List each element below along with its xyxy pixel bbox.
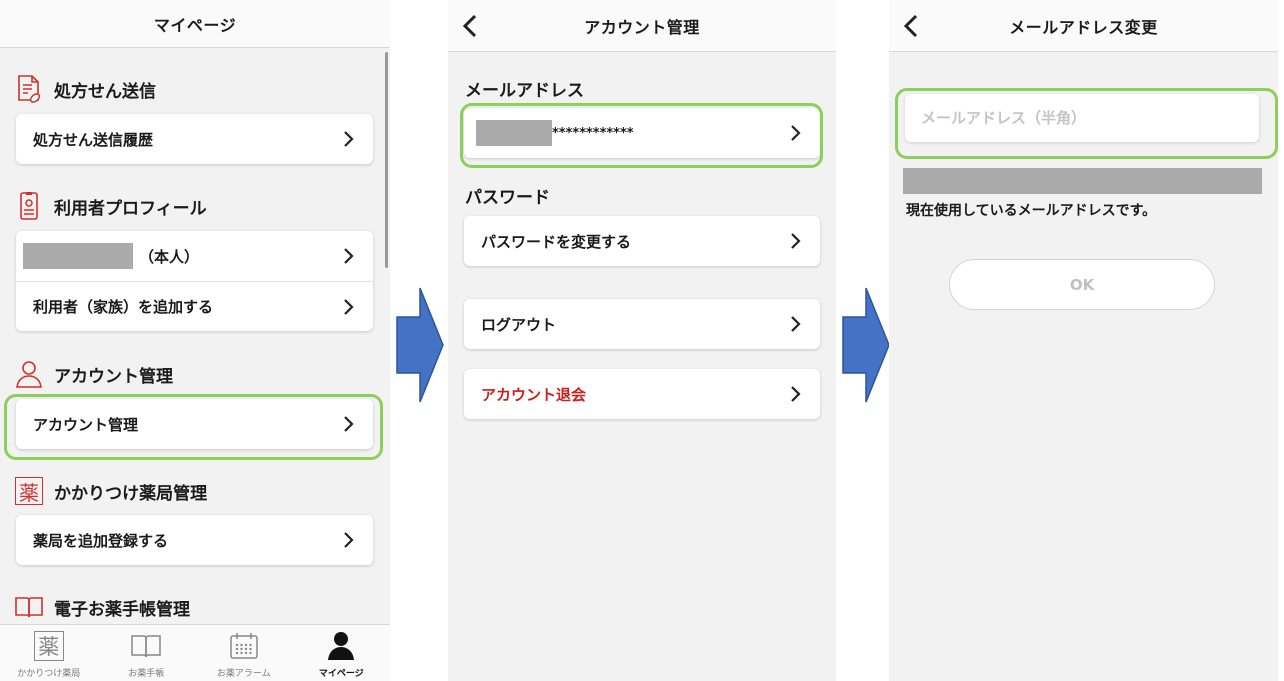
page-title: アカウント管理 <box>584 17 700 37</box>
prescription-history-row[interactable]: 処方せん送信履歴 <box>16 114 373 164</box>
chevron-right-icon <box>344 248 354 264</box>
page-title: メールアドレス変更 <box>1009 17 1158 37</box>
tab-pharmacy[interactable]: 薬 かかりつけ薬局 <box>0 625 98 681</box>
highlight-frame <box>4 394 383 460</box>
password-section-heading: パスワード <box>465 188 550 208</box>
profile-card: （本人） 利用者（家族）を追加する <box>16 231 373 331</box>
ok-button[interactable]: OK <box>949 259 1215 310</box>
withdraw-card: アカウント退会 <box>464 369 820 419</box>
mypage-header: マイページ <box>0 0 390 48</box>
highlight-frame <box>895 88 1278 159</box>
redacted-current-email <box>903 168 1262 194</box>
scrollbar[interactable] <box>385 52 388 268</box>
section-user-profile: 利用者プロフィール <box>14 191 207 221</box>
withdraw-account-row[interactable]: アカウント退会 <box>464 369 820 419</box>
section-e-notebook: 電子お薬手帳管理 <box>14 592 190 622</box>
calendar-icon <box>228 631 260 661</box>
user-profile-card-icon <box>14 191 44 221</box>
prescription-card: 処方せん送信履歴 <box>16 114 373 164</box>
profile-self-row[interactable]: （本人） <box>16 231 373 281</box>
password-card: パスワードを変更する <box>464 216 820 266</box>
email-change-screen: メールアドレス変更 現在使用しているメールアドレスです。 OK <box>889 0 1278 681</box>
email-section-heading: メールアドレス <box>465 81 584 101</box>
prescription-document-icon <box>14 74 44 104</box>
chevron-right-icon <box>791 233 801 249</box>
person-outline-icon <box>14 359 44 389</box>
flow-arrow-icon <box>396 287 444 403</box>
book-icon <box>130 631 162 661</box>
back-chevron-icon[interactable] <box>456 12 484 40</box>
tab-medicine-alarm[interactable]: お薬アラーム <box>195 625 293 681</box>
section-prescription: 処方せん送信 <box>14 74 156 104</box>
add-pharmacy-row[interactable]: 薬局を追加登録する <box>16 515 373 565</box>
back-chevron-icon[interactable] <box>897 12 925 40</box>
account-header: アカウント管理 <box>448 0 836 52</box>
add-family-user-row[interactable]: 利用者（家族）を追加する <box>16 281 373 331</box>
pharmacy-card: 薬局を追加登録する <box>16 515 373 565</box>
person-icon <box>325 631 357 661</box>
chevron-right-icon <box>344 131 354 147</box>
current-email-note: 現在使用しているメールアドレスです。 <box>906 203 1157 219</box>
change-password-row[interactable]: パスワードを変更する <box>464 216 820 266</box>
chevron-right-icon <box>344 298 354 315</box>
mypage-screen: マイページ 処方せん送信 処方せん送信履歴 利用者プロフィール （本人） 利用者… <box>0 0 390 681</box>
chevron-right-icon <box>791 316 801 332</box>
page-title: マイページ <box>153 15 237 35</box>
flow-arrow-icon <box>842 287 890 403</box>
account-management-screen: アカウント管理 メールアドレス ************ パスワード パスワード… <box>448 0 836 681</box>
open-book-icon <box>14 592 44 622</box>
tab-mypage[interactable]: マイページ <box>293 625 391 681</box>
chevron-right-icon <box>791 386 801 402</box>
redacted-name <box>23 243 133 269</box>
email-change-header: メールアドレス変更 <box>889 0 1278 52</box>
chevron-right-icon <box>344 532 354 548</box>
pharmacy-kanji-icon: 薬 <box>33 631 65 661</box>
logout-card: ログアウト <box>464 299 820 349</box>
bottom-tab-bar: 薬 かかりつけ薬局 お薬手帳 お薬アラーム マイページ <box>0 624 390 681</box>
highlight-frame <box>460 103 823 168</box>
tab-medicine-notebook[interactable]: お薬手帳 <box>98 625 196 681</box>
pharmacy-kanji-icon: 薬 <box>14 476 44 506</box>
section-account: アカウント管理 <box>14 359 173 389</box>
logout-row[interactable]: ログアウト <box>464 299 820 349</box>
section-pharmacy: 薬 かかりつけ薬局管理 <box>14 476 207 506</box>
